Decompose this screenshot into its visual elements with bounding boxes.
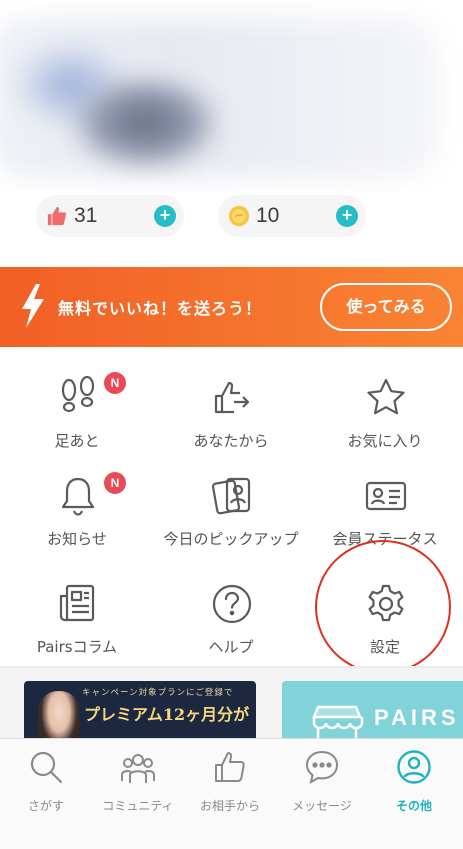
menu-item-favorites[interactable]: お気に入り <box>308 376 462 466</box>
question-icon <box>212 584 252 624</box>
menu-item-pairs-column[interactable]: Pairsコラム <box>0 582 154 672</box>
message-icon <box>305 750 339 784</box>
tab-label: コミュニティ <box>102 799 174 813</box>
coins-count: 10 <box>256 204 280 227</box>
id-card-icon <box>365 481 407 511</box>
ad-carousel[interactable]: キャンペーン対象プランにご登録で プレミアム12ヶ月分が PAIRS <box>0 668 463 740</box>
promo-text: 無料でいいね！を送ろう！ <box>58 299 263 318</box>
coin-icon <box>228 205 250 227</box>
newspaper-icon <box>59 584 95 622</box>
menu-item-label: 今日のピックアップ <box>163 530 299 548</box>
likes-points-pill[interactable]: 31 + <box>36 195 184 237</box>
pairs-store-banner[interactable]: PAIRS <box>282 681 463 740</box>
menu-item-help[interactable]: ヘルプ <box>154 582 308 672</box>
tab-search[interactable]: さがす <box>0 749 92 819</box>
search-icon <box>30 751 63 784</box>
tab-community[interactable]: コミュニティ <box>92 749 184 819</box>
add-coins-button[interactable]: + <box>336 205 358 227</box>
thumbs-up-arrow-icon <box>214 381 250 414</box>
new-badge: N <box>104 472 126 494</box>
community-icon <box>121 754 155 783</box>
menu-item-label: お知らせ <box>47 530 107 548</box>
footprints-icon <box>61 376 95 413</box>
tab-label: その他 <box>395 799 432 813</box>
settings-highlight-circle <box>315 540 451 674</box>
tab-messages[interactable]: メッセージ <box>276 749 368 819</box>
menu-item-label: ヘルプ <box>208 638 254 656</box>
tab-other[interactable]: その他 <box>368 749 460 819</box>
tab-label: メッセージ <box>292 799 352 813</box>
menu-item-todays-pickup[interactable]: 今日のピックアップ <box>154 474 308 564</box>
shop-icon <box>312 705 364 740</box>
lightning-bolt-icon <box>22 284 44 328</box>
premium-campaign-banner[interactable]: キャンペーン対象プランにご登録で プレミアム12ヶ月分が <box>24 681 256 740</box>
menu-item-footprints[interactable]: N 足あと <box>0 372 154 466</box>
likes-count: 31 <box>74 204 98 227</box>
profile-icon <box>397 750 431 784</box>
profile-header[interactable] <box>0 0 463 192</box>
pairs-store-title: PAIRS <box>374 705 460 730</box>
free-like-promo-banner: 無料でいいね！を送ろう！ 使ってみる <box>0 267 463 347</box>
premium-campaign-headline: プレミアム12ヶ月分が <box>84 705 250 724</box>
coins-points-pill[interactable]: 10 + <box>218 195 366 237</box>
thumbs-up-icon <box>215 752 245 782</box>
menu-item-label: 足あと <box>54 432 100 450</box>
menu-item-label: お気に入り <box>347 432 423 450</box>
premium-campaign-caption: キャンペーン対象プランにご登録で <box>82 688 234 698</box>
try-it-button[interactable]: 使ってみる <box>320 283 452 331</box>
thumbs-up-icon <box>47 206 67 226</box>
tab-label: さがす <box>27 799 64 813</box>
menu-item-label: あなたから <box>193 432 269 450</box>
bottom-tab-bar: さがす コミュニティ お相手から メッセージ その他 <box>0 738 463 849</box>
add-likes-button[interactable]: + <box>154 205 176 227</box>
new-badge: N <box>104 372 126 394</box>
menu-item-label: Pairsコラム <box>36 638 118 656</box>
tab-label: お相手から <box>199 799 260 813</box>
menu-item-notifications[interactable]: N お知らせ <box>0 472 154 564</box>
pickup-cards-icon <box>211 477 251 515</box>
menu-item-from-you[interactable]: あなたから <box>154 376 308 466</box>
model-portrait-image <box>38 691 80 740</box>
blurred-profile-photo <box>70 75 220 170</box>
tab-from-partner[interactable]: お相手から <box>184 749 276 819</box>
bell-icon <box>61 477 95 516</box>
star-icon <box>367 378 405 415</box>
